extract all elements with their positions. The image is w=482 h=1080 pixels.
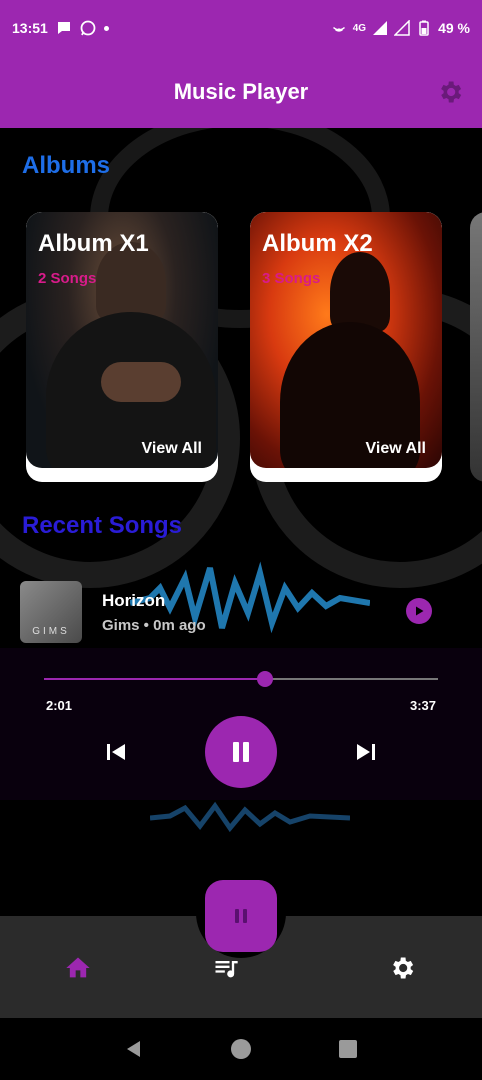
next-button[interactable] bbox=[352, 738, 380, 766]
pause-icon bbox=[235, 909, 247, 923]
gear-icon bbox=[441, 81, 462, 103]
network-type: 4G bbox=[352, 22, 367, 34]
view-all-link[interactable]: View All bbox=[366, 440, 426, 458]
seek-progress bbox=[44, 678, 265, 680]
artist-hands-decor bbox=[101, 362, 181, 402]
nav-queue[interactable] bbox=[210, 952, 242, 984]
hotspot-icon bbox=[331, 20, 347, 36]
play-song-button[interactable] bbox=[406, 598, 432, 624]
seek-thumb[interactable] bbox=[256, 671, 273, 687]
album-song-count: 3 Songs bbox=[262, 270, 321, 287]
app-bar: Music Player bbox=[0, 56, 482, 128]
albums-heading: Albums bbox=[22, 152, 111, 179]
view-all-link[interactable]: View All bbox=[142, 440, 202, 458]
pause-button[interactable] bbox=[205, 716, 277, 788]
list-item[interactable]: GIMS Horizon Gims • 0m ago bbox=[0, 578, 482, 646]
skip-next-icon bbox=[357, 744, 375, 760]
status-bar: 13:51 4G 49 % bbox=[0, 0, 482, 56]
current-time: 2:01 bbox=[46, 698, 73, 713]
album-card-partial[interactable] bbox=[470, 212, 482, 482]
back-triangle-icon bbox=[126, 1041, 140, 1057]
album-song-count: 2 Songs bbox=[38, 270, 97, 287]
album-title: Album X1 bbox=[38, 230, 149, 257]
status-time: 13:51 bbox=[12, 20, 48, 36]
artist-head-decor bbox=[330, 252, 390, 332]
song-info: Horizon Gims • 0m ago bbox=[102, 591, 206, 634]
chat-bubble-icon bbox=[56, 20, 72, 36]
signal-icon-2 bbox=[394, 20, 410, 36]
recents-square-icon bbox=[339, 1040, 358, 1058]
song-subtitle: Gims • 0m ago bbox=[102, 616, 206, 634]
nav-home[interactable] bbox=[62, 952, 94, 984]
page-title: Music Player bbox=[173, 79, 309, 104]
album-title: Album X2 bbox=[262, 230, 373, 257]
pause-icon bbox=[233, 742, 249, 762]
album-card[interactable]: Album X2 3 Songs View All bbox=[250, 212, 442, 482]
floating-pause-button[interactable] bbox=[205, 880, 277, 952]
now-playing-panel: 2:01 3:37 bbox=[0, 648, 482, 800]
song-thumbnail: GIMS bbox=[20, 581, 82, 643]
song-title: Horizon bbox=[102, 590, 166, 610]
battery-level: 49 % bbox=[438, 20, 470, 36]
skip-previous-icon bbox=[107, 744, 125, 760]
seek-bar[interactable] bbox=[44, 671, 438, 687]
back-button[interactable] bbox=[122, 1037, 146, 1061]
settings-button[interactable] bbox=[436, 78, 464, 106]
home-icon bbox=[66, 957, 90, 978]
home-circle-icon bbox=[230, 1039, 251, 1059]
recents-button[interactable] bbox=[336, 1037, 360, 1061]
total-time: 3:37 bbox=[409, 698, 436, 713]
previous-button[interactable] bbox=[102, 738, 130, 766]
whatsapp-icon bbox=[80, 20, 96, 36]
album-carousel[interactable]: Album X1 2 Songs View All Album X2 3 Son… bbox=[26, 212, 442, 482]
settings-icon bbox=[393, 957, 414, 979]
home-button[interactable] bbox=[229, 1037, 253, 1061]
system-navigation-bar bbox=[0, 1018, 482, 1080]
play-icon bbox=[416, 606, 424, 616]
nav-settings[interactable] bbox=[386, 952, 418, 984]
battery-icon bbox=[416, 20, 432, 36]
album-card[interactable]: Album X1 2 Songs View All bbox=[26, 212, 218, 482]
queue-music-icon bbox=[215, 961, 238, 978]
notification-dot-icon bbox=[103, 25, 109, 31]
recent-songs-heading: Recent Songs bbox=[22, 512, 183, 539]
signal-icon bbox=[372, 20, 388, 36]
